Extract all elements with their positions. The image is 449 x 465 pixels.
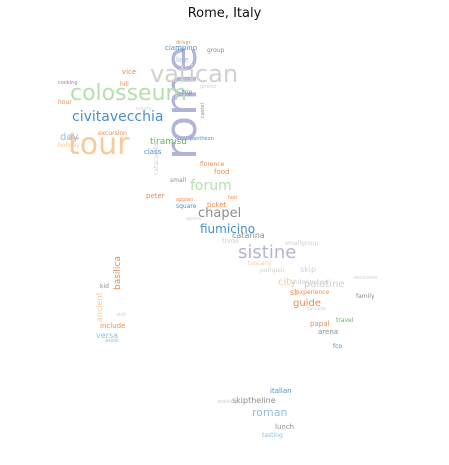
word-private: private — [308, 306, 326, 312]
word-small: small — [170, 177, 186, 184]
word-appian: appian — [176, 197, 193, 203]
word-ancient: ancient — [95, 292, 104, 322]
word-roman: roman — [252, 406, 287, 419]
word-ticket: ticket — [207, 201, 227, 209]
word-cloud: rometourcolosseumvaticansistinecivitavec… — [58, 40, 377, 439]
word-hill: hill — [120, 81, 129, 88]
word-driver: driver — [176, 40, 192, 46]
word-peter: peter — [146, 192, 165, 200]
word-fast: fast — [228, 195, 237, 201]
word-pantheon: pantheon — [190, 136, 214, 142]
word-ghetto: ghetto — [200, 84, 216, 90]
word-pizza: pizza — [180, 77, 196, 84]
word-tasting: tasting — [262, 432, 283, 439]
word-underground: underground — [290, 279, 329, 286]
word-skiptheline: skiptheline — [232, 396, 276, 405]
word-line: line — [176, 56, 189, 64]
word-luxury: luxury — [136, 106, 152, 112]
word-vice: vice — [122, 68, 136, 76]
word-skip: skip — [300, 265, 316, 274]
word-basilica: basilica — [113, 256, 123, 290]
word-cooking: cooking — [58, 80, 78, 86]
word-tuscany: tuscany — [248, 260, 272, 267]
word-cloud-figure: Rome, Italy rome tour colosseum vatican sist… — [0, 0, 449, 465]
word-arena: arena — [318, 328, 338, 336]
word-forum: forum — [190, 178, 232, 194]
word-square: square — [176, 203, 197, 210]
word-excursion: excursion — [98, 130, 127, 137]
word-assisi: assisi — [105, 338, 119, 344]
word-st: st — [290, 288, 297, 297]
word-castel: castel — [200, 103, 206, 118]
word-catarina: catarina — [232, 231, 265, 240]
word-visit: visit — [116, 312, 126, 318]
word-food: food — [214, 168, 229, 176]
word-holiday: holiday — [58, 142, 80, 149]
word-exclusive: exclusive — [354, 275, 377, 281]
word-include: include — [100, 322, 125, 330]
word-class: class — [144, 148, 162, 156]
word-pompeii: pompeii — [260, 267, 284, 274]
word-family: family — [356, 293, 375, 300]
word-travel: travel — [336, 317, 354, 324]
word-walking: walking — [218, 399, 237, 405]
word-lunch: lunch — [275, 423, 294, 431]
word-hour: hour — [58, 99, 72, 106]
word-fco: fco — [333, 343, 342, 350]
word-papal: papal — [310, 320, 329, 328]
word-italian: italian — [270, 387, 292, 395]
word-group: group — [207, 47, 225, 54]
word-florence: florence — [200, 161, 225, 168]
word-smallgroup: smallgroup — [285, 240, 319, 247]
word-opens: opens — [186, 216, 201, 222]
word-kid: kid — [100, 283, 109, 290]
word-trip: trip — [182, 89, 192, 96]
word-experience: experience — [296, 289, 330, 296]
